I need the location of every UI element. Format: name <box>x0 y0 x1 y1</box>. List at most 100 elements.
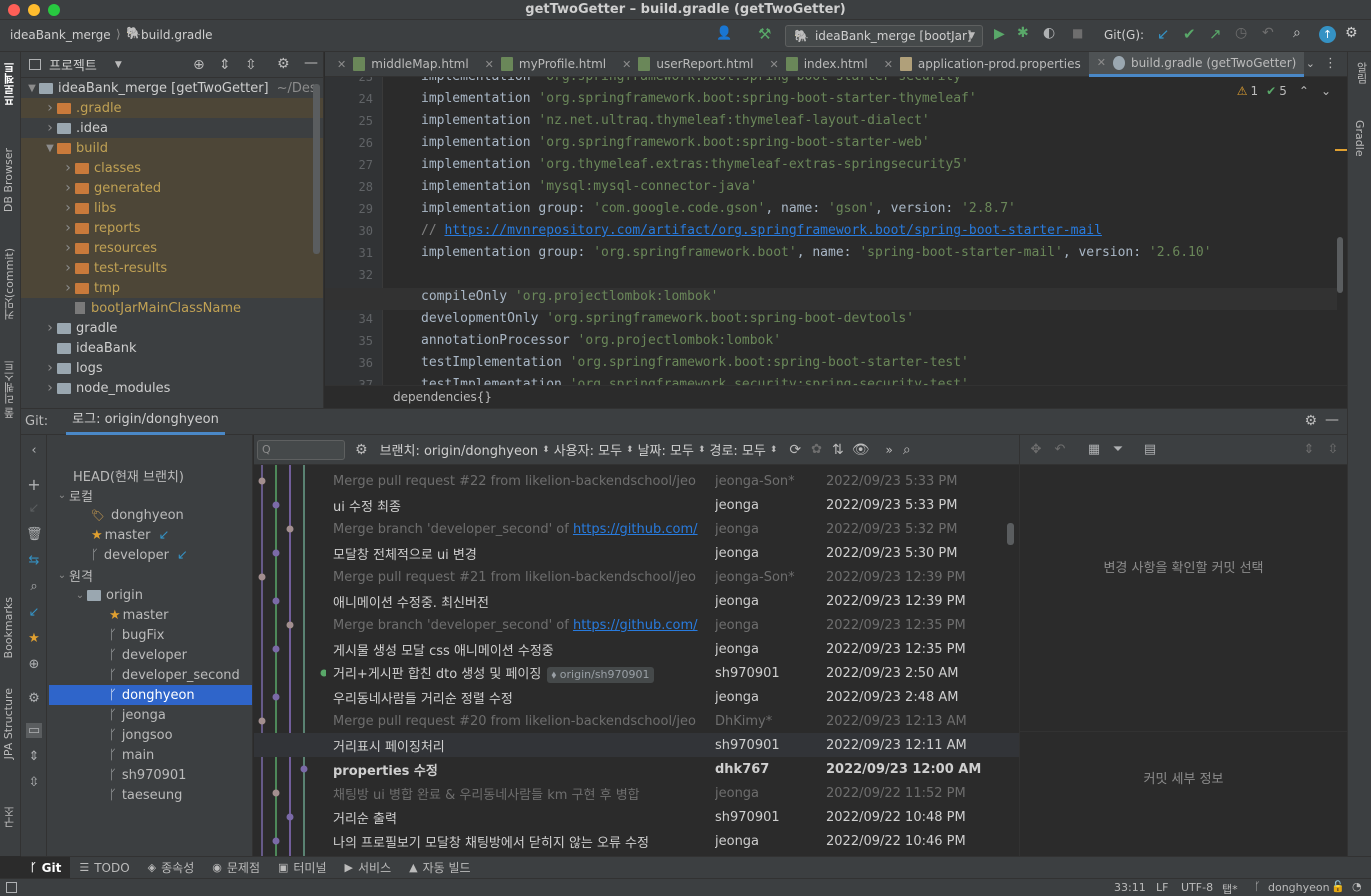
chevron-right-icon[interactable]: › <box>61 240 75 256</box>
branch-item[interactable]: ⌄ origin <box>49 585 252 605</box>
code-line[interactable]: compileOnly 'org.projectlombok:lombok' <box>421 289 718 304</box>
refresh-icon[interactable]: ⟳ <box>789 442 801 458</box>
chevron-right-icon[interactable]: › <box>61 220 75 236</box>
close-icon[interactable]: ✕ <box>769 58 778 71</box>
log-scrollbar[interactable] <box>1007 523 1014 545</box>
tool-window-git[interactable]: ᚴ Git <box>21 856 71 879</box>
project-tree-item[interactable]: › tmp <box>21 278 323 298</box>
db-browser-tool-tab[interactable]: DB Browser <box>2 148 15 212</box>
group-by-directory-icon[interactable]: ▭ <box>26 723 42 738</box>
project-tree-item[interactable]: bootJarMainClassName <box>21 298 323 318</box>
commit-row[interactable]: 거리순 출력 sh970901 2022/09/22 10:48 PM <box>254 805 1019 829</box>
chevron-right-icon[interactable]: › <box>61 200 75 216</box>
code-line[interactable]: implementation 'org.thymeleaf.extras:thy… <box>421 157 969 172</box>
project-root[interactable]: ▼ ideaBank_merge [getTwoGetter] ~/Des <box>21 78 323 98</box>
project-tree-item[interactable]: › resources <box>21 238 323 258</box>
collapse-all-icon[interactable]: ⇳ <box>26 775 42 790</box>
gear-icon[interactable]: ⚙ <box>1304 413 1317 429</box>
file-encoding[interactable]: UTF-8 <box>1181 881 1213 894</box>
close-icon[interactable]: ✕ <box>622 58 631 71</box>
project-tree-item[interactable]: › libs <box>21 198 323 218</box>
breadcrumb-dependencies[interactable]: dependencies{} <box>393 390 492 404</box>
commit-row[interactable]: 애니메이션 수정중. 최신버전 jeonga 2022/09/23 12:39 PM <box>254 589 1019 613</box>
code-line[interactable]: implementation group: 'com.google.code.g… <box>421 201 1016 216</box>
commit-row[interactable]: ui 수정 최종 jeonga 2022/09/23 5:33 PM <box>254 493 1019 517</box>
inspection-widget[interactable]: ⚠ 1 ✔ 5 ⌃ ⌄ <box>1237 84 1331 98</box>
tool-window-item[interactable]: ▲ 자동 빌드 <box>400 857 479 879</box>
gradle-tool-tab[interactable]: Gradle <box>1353 120 1366 157</box>
tool-window-item[interactable]: ◈ 종속성 <box>139 857 204 879</box>
user-icon[interactable]: 👤 <box>716 26 732 41</box>
chevron-down-icon[interactable]: ▼ <box>115 60 122 70</box>
more-icon[interactable]: » <box>886 443 893 457</box>
layout-icon[interactable]: ▤ <box>1142 442 1158 457</box>
layout-toggle-icon[interactable] <box>6 882 17 893</box>
hide-icon[interactable]: — <box>304 55 318 71</box>
filter-icon[interactable]: ⏷ <box>1110 442 1126 457</box>
commit-row[interactable]: 우리동네사람들 거리순 정렬 수정 jeonga 2022/09/23 2:48 A… <box>254 685 1019 709</box>
project-tree-item[interactable]: › generated <box>21 178 323 198</box>
code-line[interactable]: implementation 'nz.net.ultraq.thymeleaf:… <box>421 113 930 128</box>
chevron-left-icon[interactable]: ‹ <box>26 443 42 458</box>
branch-item[interactable]: ⌄ 로컬 <box>49 485 252 505</box>
project-tree-item[interactable]: › node_modules <box>21 378 323 398</box>
code-editor[interactable]: 232425262728293031323334353637 implement… <box>325 77 1347 385</box>
code-line[interactable]: implementation 'org.springframework.boot… <box>421 91 977 106</box>
project-tree-item[interactable]: › classes <box>21 158 323 178</box>
close-icon[interactable]: ✕ <box>485 58 494 71</box>
project-tree-item[interactable]: › logs <box>21 358 323 378</box>
branch-item[interactable]: ᚴ main <box>49 745 252 765</box>
commit-row[interactable]: 채팅방 ui 병합 완료 & 우리동네사람들 km 구현 후 병합 jeonga 2… <box>254 781 1019 805</box>
editor-scrollbar[interactable] <box>1337 237 1343 293</box>
commit-link[interactable]: https://github.com/ <box>573 522 698 537</box>
chevron-right-icon[interactable]: › <box>61 280 75 296</box>
branch-item[interactable]: 🏷 donghyeon <box>49 505 252 525</box>
lock-icon[interactable]: 🔓 <box>1331 880 1345 893</box>
notification-icon[interactable]: ◔ <box>1352 880 1362 893</box>
search-icon[interactable]: ⌕ <box>903 442 911 458</box>
search-icon[interactable]: ⌕ <box>1293 25 1301 41</box>
git-commit-icon[interactable]: ✔ <box>1183 25 1196 43</box>
tool-window-item[interactable]: ▣ 터미널 <box>269 857 336 879</box>
chevron-right-icon[interactable]: › <box>43 360 57 376</box>
expand-all-icon[interactable]: ⇕ <box>26 749 42 764</box>
next-highlight-icon[interactable]: ⌄ <box>1321 84 1331 98</box>
close-icon[interactable]: ✕ <box>337 58 346 71</box>
editor-tab[interactable]: ✕ index.html <box>761 52 875 77</box>
current-branch[interactable]: donghyeon <box>1268 881 1330 894</box>
debug-icon[interactable]: ✱ <box>1017 25 1029 41</box>
commit-tool-tab[interactable]: 커밋(commit) <box>2 248 18 320</box>
code-line[interactable]: implementation 'org.springframework.boot… <box>421 135 930 150</box>
warning-marker[interactable] <box>1335 149 1347 151</box>
gear-icon[interactable]: ⚙ <box>277 56 290 72</box>
commit-row[interactable]: 나의 프로필보기 모달창 채팅방에서 닫히지 않는 오류 수정 jeonga 202… <box>254 829 1019 853</box>
caret-position[interactable]: 33:11 <box>1114 881 1146 894</box>
editor-tab[interactable]: ✕ application-prod.properties <box>876 52 1089 77</box>
date-filter[interactable]: 날짜: 모두 <box>638 440 694 459</box>
commit-row[interactable]: Merge branch 'developer_second' of https… <box>254 517 1019 541</box>
branch-item[interactable]: ⌄ 원격 <box>49 565 252 585</box>
branch-item[interactable]: ★ master ↙ <box>49 525 252 545</box>
collapse-all-icon[interactable]: ⇳ <box>245 57 257 73</box>
branch-item[interactable]: ᚴ developer <box>49 645 252 665</box>
expand-all-icon[interactable]: ⇕ <box>219 57 231 73</box>
chevron-right-icon[interactable]: › <box>61 260 75 276</box>
editor-tab[interactable]: ✕ middleMap.html <box>329 52 477 77</box>
coverage-icon[interactable]: ◐ <box>1043 25 1055 41</box>
settings-icon[interactable]: ⚙ <box>1345 25 1358 41</box>
structure-tool-tab[interactable]: 구조 <box>2 806 18 828</box>
compare-icon[interactable]: ⇆ <box>26 553 42 568</box>
code-line[interactable]: testImplementation 'org.springframework.… <box>421 355 969 370</box>
project-tree-item[interactable]: › .gradle <box>21 98 323 118</box>
user-filter[interactable]: 사용자: 모두 <box>554 440 622 459</box>
undo-icon[interactable]: ↶ <box>1052 442 1068 457</box>
sort-icon[interactable]: ⇅ <box>832 442 844 458</box>
revert-icon[interactable]: ✥ <box>1028 442 1044 457</box>
commit-row[interactable]: Merge pull request #21 from likelion-bac… <box>254 565 1019 589</box>
hide-icon[interactable]: — <box>1325 412 1339 428</box>
project-tree-item[interactable]: ▼ build <box>21 138 323 158</box>
jpa-structure-tool-tab[interactable]: JPA Structure <box>2 688 15 759</box>
update-icon[interactable]: ↙ <box>26 501 42 516</box>
fetch-icon[interactable]: ↙ <box>26 605 42 620</box>
editor-tab[interactable]: ✕ myProfile.html <box>477 52 614 77</box>
